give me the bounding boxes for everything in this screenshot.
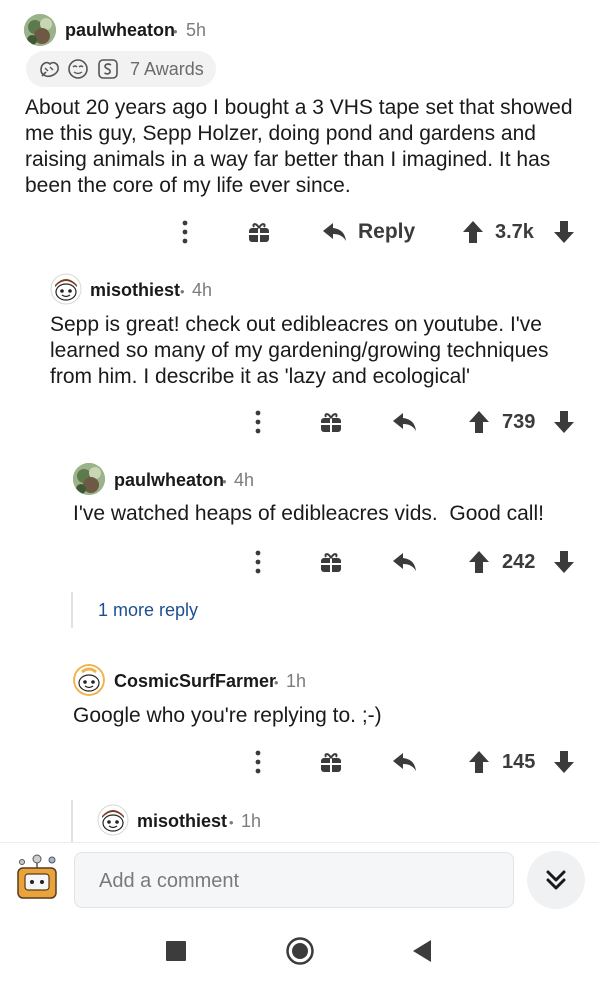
more-vertical-icon[interactable]	[251, 749, 265, 775]
username[interactable]: misothiest	[137, 811, 227, 832]
upvote-arrow-icon[interactable]	[462, 220, 484, 244]
comment-age: 5h	[186, 20, 207, 40]
avatar[interactable]	[73, 664, 105, 696]
username[interactable]: paulwheaton	[114, 470, 224, 491]
avatar[interactable]	[97, 804, 129, 836]
separator-dot: •	[229, 815, 234, 830]
snoo-avatar-image	[97, 804, 129, 836]
vote-count: 3.7k	[495, 221, 534, 243]
snoo-avatar-image	[50, 273, 82, 305]
vote-count: 145	[502, 751, 536, 773]
upvote-arrow-icon[interactable]	[468, 410, 490, 434]
username[interactable]: CosmicSurfFarmer	[114, 671, 276, 692]
back-triangle-icon[interactable]	[411, 939, 433, 963]
award-icon	[68, 59, 88, 79]
reply-button[interactable]: Reply	[358, 220, 415, 244]
more-vertical-icon[interactable]	[178, 219, 192, 245]
add-comment-placeholder: Add a comment	[99, 870, 240, 892]
comment-age: 4h	[192, 280, 213, 300]
downvote-arrow-icon[interactable]	[553, 550, 575, 574]
avatar[interactable]	[50, 273, 82, 305]
downvote-arrow-icon[interactable]	[553, 220, 575, 244]
recents-square-icon[interactable]	[166, 941, 186, 961]
thread-line	[71, 800, 73, 842]
vote-count: 242	[502, 551, 536, 573]
gift-icon[interactable]	[247, 220, 271, 244]
add-comment-input[interactable]: Add a comment	[74, 852, 514, 908]
gift-icon[interactable]	[319, 750, 343, 774]
reply-arrow-icon[interactable]	[391, 751, 417, 773]
comment-body: I've watched heaps of edibleacres vids. …	[73, 502, 544, 525]
avatar[interactable]	[24, 14, 56, 46]
avatar[interactable]	[73, 463, 105, 495]
downvote-arrow-icon[interactable]	[553, 410, 575, 434]
upvote-arrow-icon[interactable]	[468, 550, 490, 574]
username[interactable]: paulwheaton	[65, 20, 175, 41]
home-circle-icon[interactable]	[286, 937, 314, 965]
snoo-avatar-image	[73, 664, 105, 696]
vote-count: 739	[502, 411, 536, 433]
awards-badge[interactable]: 7 Awards	[26, 51, 216, 87]
jump-to-next-button[interactable]	[527, 851, 585, 909]
comment-body: About 20 years ago I bought a 3 VHS tape…	[25, 96, 573, 197]
comment-age: 1h	[241, 811, 262, 831]
system-nav-bar	[0, 918, 599, 988]
separator-dot: •	[222, 474, 227, 489]
reply-arrow-icon[interactable]	[391, 411, 417, 433]
more-vertical-icon[interactable]	[251, 409, 265, 435]
award-icon	[98, 59, 118, 79]
gift-icon[interactable]	[319, 550, 343, 574]
comment-body: Google who you're replying to. ;-)	[73, 704, 382, 727]
thread-line	[71, 592, 73, 628]
avatar-image	[73, 463, 105, 495]
comment-age: 4h	[234, 470, 255, 490]
reply-arrow-icon[interactable]	[391, 551, 417, 573]
separator-dot: •	[180, 284, 185, 299]
awards-count: 7 Awards	[130, 59, 204, 79]
comment-age: 1h	[286, 671, 307, 691]
separator-dot: •	[173, 24, 178, 39]
more-replies-link[interactable]: 1 more reply	[98, 600, 198, 621]
double-chevron-down-icon	[546, 870, 566, 890]
user-avatar[interactable]	[12, 852, 62, 902]
more-vertical-icon[interactable]	[251, 549, 265, 575]
comment-body: Sepp is great! check out edibleacres on …	[50, 313, 549, 388]
robot-avatar-image	[17, 854, 57, 899]
downvote-arrow-icon[interactable]	[553, 750, 575, 774]
reply-arrow-icon[interactable]	[321, 221, 347, 243]
gift-icon[interactable]	[319, 410, 343, 434]
avatar-image	[24, 14, 56, 46]
separator-dot: •	[274, 675, 279, 690]
upvote-arrow-icon[interactable]	[468, 750, 490, 774]
award-icon	[40, 61, 59, 78]
username[interactable]: misothiest	[90, 280, 180, 301]
